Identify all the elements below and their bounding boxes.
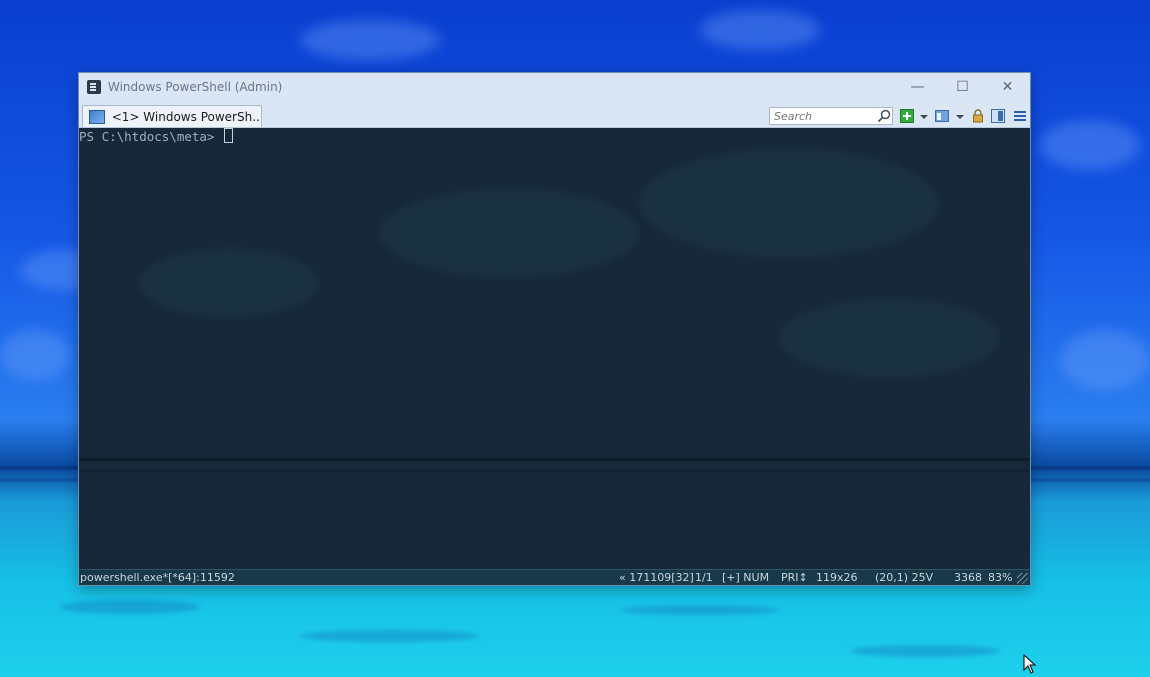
- status-zoom[interactable]: 83%: [988, 570, 1012, 585]
- lock-icon[interactable]: [971, 109, 985, 123]
- background-horizon: [79, 458, 1030, 461]
- minimize-icon: —: [910, 79, 925, 95]
- console-app-icon[interactable]: [87, 80, 101, 94]
- background-shape: [379, 188, 639, 278]
- resize-grip-icon[interactable]: [1017, 573, 1028, 584]
- tab-bar: <1> Windows PowerSh...: [79, 101, 1030, 128]
- title-bar[interactable]: Windows PowerShell (Admin) — ☐ ✕: [79, 73, 1030, 101]
- background-shape: [139, 248, 319, 318]
- menu-icon[interactable]: [1013, 109, 1027, 123]
- status-cursor[interactable]: (20,1) 25V: [875, 570, 933, 585]
- console-area[interactable]: PS C:\htdocs\meta>: [79, 128, 1030, 570]
- search-icon[interactable]: [877, 109, 891, 123]
- status-page[interactable]: 1/1: [695, 570, 713, 585]
- panes-dropdown-icon[interactable]: [956, 115, 964, 119]
- status-process[interactable]: powershell.exe*[*64]:11592: [80, 570, 235, 585]
- panes-icon[interactable]: [935, 109, 949, 123]
- close-icon: ✕: [1001, 79, 1014, 95]
- mouse-pointer-icon: [1023, 654, 1037, 674]
- tab-label: <1> Windows PowerSh...: [111, 109, 261, 124]
- status-size[interactable]: 119x26: [816, 570, 858, 585]
- minimize-button[interactable]: —: [895, 73, 940, 101]
- status-count[interactable]: 3368: [954, 570, 982, 585]
- split-view-icon[interactable]: [991, 109, 1005, 123]
- window-controls: — ☐ ✕: [895, 73, 1030, 101]
- new-console-icon[interactable]: [900, 109, 914, 123]
- background-shape: [639, 148, 939, 258]
- status-priority[interactable]: PRI↕: [781, 570, 808, 585]
- status-flags[interactable]: [+] NUM: [722, 570, 769, 585]
- console-prompt: PS C:\htdocs\meta>: [79, 128, 233, 146]
- background-shape: [779, 298, 999, 378]
- powershell-window: Windows PowerShell (Admin) — ☐ ✕ <1> Win…: [79, 73, 1030, 585]
- tab-powershell[interactable]: <1> Windows PowerSh...: [82, 105, 262, 127]
- new-console-dropdown-icon[interactable]: [920, 115, 928, 119]
- text-cursor: [224, 128, 233, 143]
- status-position[interactable]: « 171109[32]: [619, 570, 694, 585]
- status-bar: powershell.exe*[*64]:11592 « 171109[32] …: [79, 569, 1030, 585]
- search-input[interactable]: [769, 107, 893, 125]
- powershell-tab-icon: [89, 109, 105, 124]
- maximize-button[interactable]: ☐: [940, 73, 985, 101]
- window-title: Windows PowerShell (Admin): [108, 80, 283, 94]
- maximize-icon: ☐: [956, 79, 969, 95]
- prompt-text: PS C:\htdocs\meta>: [79, 129, 222, 144]
- background-horizon: [79, 470, 1030, 472]
- close-button[interactable]: ✕: [985, 73, 1030, 101]
